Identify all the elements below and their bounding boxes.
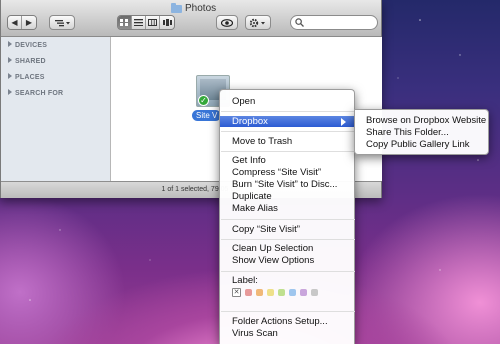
icon-view-icon	[120, 19, 128, 26]
menu-item-move-to-trash[interactable]: Move to Trash	[220, 136, 354, 148]
icon-view-button[interactable]	[118, 16, 132, 29]
label-blue-swatch[interactable]	[289, 289, 296, 296]
dropbox-submenu: Browse on Dropbox Website Share This Fol…	[354, 109, 489, 155]
sync-check-icon: ✓	[198, 95, 209, 106]
action-button[interactable]	[245, 15, 271, 30]
menu-separator	[221, 239, 355, 240]
submenu-item-browse-website[interactable]: Browse on Dropbox Website	[366, 115, 486, 127]
submenu-item-share-folder[interactable]: Share This Folder...	[366, 127, 449, 139]
submenu-item-copy-gallery-link[interactable]: Copy Public Gallery Link	[366, 139, 470, 151]
menu-separator	[221, 311, 355, 312]
sidebar-section-search-for[interactable]: SEARCH FOR	[8, 89, 63, 97]
forward-button[interactable]: ▶	[22, 16, 36, 29]
menu-item-duplicate[interactable]: Duplicate	[220, 191, 354, 203]
label-red-swatch[interactable]	[245, 289, 252, 296]
sidebar: DEVICES SHARED PLACES SEARCH FOR	[1, 37, 111, 181]
menu-item-copy[interactable]: Copy “Site Visit”	[220, 224, 354, 236]
label-none-swatch[interactable]: ✕	[232, 288, 241, 297]
search-field[interactable]	[290, 15, 378, 30]
quick-look-button[interactable]	[216, 15, 238, 30]
window-title: Photos	[171, 2, 216, 14]
menu-item-open[interactable]: Open	[220, 96, 354, 108]
back-button[interactable]: ◀	[8, 16, 22, 29]
menu-item-burn-to-disc[interactable]: Burn “Site Visit” to Disc...	[220, 179, 354, 191]
folder-icon	[171, 2, 182, 13]
column-view-button[interactable]	[146, 16, 160, 29]
menu-item-dropbox[interactable]: Dropbox	[220, 116, 354, 127]
eye-icon	[221, 18, 233, 27]
arrange-button[interactable]	[49, 15, 75, 30]
back-forward-control: ◀ ▶	[7, 15, 37, 30]
list-view-button[interactable]	[132, 16, 146, 29]
menu-separator	[221, 271, 355, 272]
menu-separator	[221, 111, 355, 112]
menu-item-virus-scan[interactable]: Virus Scan	[220, 328, 354, 340]
view-mode-control	[117, 15, 175, 30]
menu-item-folder-actions-setup[interactable]: Folder Actions Setup...	[220, 316, 354, 328]
disclosure-triangle-icon	[8, 89, 12, 95]
menu-separator	[221, 151, 355, 152]
disclosure-triangle-icon	[8, 41, 12, 47]
disclosure-triangle-icon	[8, 73, 12, 79]
list-view-icon	[134, 19, 143, 26]
sidebar-section-devices[interactable]: DEVICES	[8, 41, 47, 49]
menu-label-heading: Label:	[232, 275, 258, 286]
menu-item-get-info[interactable]: Get Info	[220, 155, 354, 167]
label-yellow-swatch[interactable]	[267, 289, 274, 296]
menu-separator	[221, 131, 355, 132]
menu-item-make-alias[interactable]: Make Alias	[220, 203, 354, 215]
menu-item-clean-up-selection[interactable]: Clean Up Selection	[220, 243, 354, 255]
label-color-picker: ✕	[232, 288, 318, 297]
cover-flow-view-icon	[162, 19, 172, 26]
arrange-icon	[55, 19, 70, 26]
sidebar-section-places[interactable]: PLACES	[8, 73, 45, 81]
toolbar: Photos ◀ ▶	[1, 0, 381, 37]
disclosure-triangle-icon	[8, 57, 12, 63]
menu-item-show-view-options[interactable]: Show View Options	[220, 255, 354, 267]
label-purple-swatch[interactable]	[300, 289, 307, 296]
submenu-arrow-icon	[341, 118, 346, 126]
label-orange-swatch[interactable]	[256, 289, 263, 296]
cover-flow-view-button[interactable]	[160, 16, 174, 29]
context-menu: Open Dropbox Move to Trash Get Info Comp…	[219, 89, 355, 344]
menu-item-compress[interactable]: Compress “Site Visit”	[220, 167, 354, 179]
column-view-icon	[148, 19, 157, 26]
label-green-swatch[interactable]	[278, 289, 285, 296]
gear-icon	[249, 18, 265, 27]
search-icon	[295, 18, 304, 27]
file-name-label[interactable]: Site V	[192, 110, 222, 121]
menu-separator	[221, 219, 355, 220]
label-gray-swatch[interactable]	[311, 289, 318, 296]
sidebar-section-shared[interactable]: SHARED	[8, 57, 46, 65]
